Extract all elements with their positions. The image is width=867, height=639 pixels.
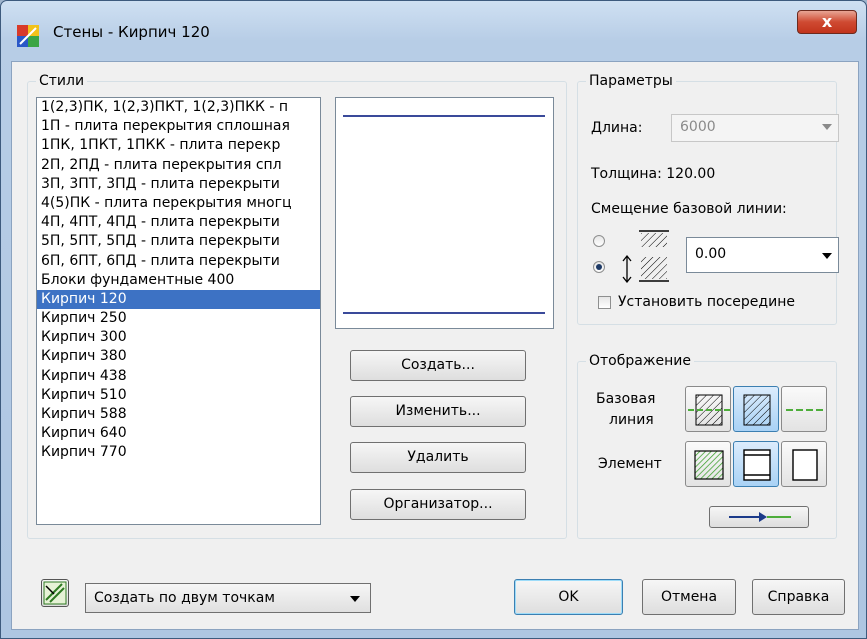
- hatched-wall-dash-icon: [688, 394, 730, 426]
- organizer-button[interactable]: Организатор...: [350, 489, 526, 520]
- style-list-item[interactable]: Кирпич 300: [37, 328, 320, 347]
- element-label: Элемент: [598, 456, 662, 472]
- style-list-item[interactable]: 1(2,3)ПК, 1(2,3)ПКТ, 1(2,3)ПКК - п: [37, 98, 320, 117]
- offset-radio-top[interactable]: [593, 235, 605, 247]
- help-button[interactable]: Справка: [752, 579, 845, 615]
- style-list-item[interactable]: Кирпич 380: [37, 347, 320, 366]
- chevron-down-icon: [822, 253, 832, 259]
- center-checkbox-label[interactable]: Установить посередине: [618, 294, 795, 310]
- style-list-item[interactable]: 5П, 5ПТ, 5ПД - плита перекрыти: [37, 232, 320, 251]
- ok-button[interactable]: OK: [514, 579, 623, 615]
- two-points-wall-icon: [43, 581, 67, 605]
- style-list-item[interactable]: Кирпич 640: [37, 424, 320, 443]
- dialog-window: Стены - Кирпич 120 x Стили 1(2,3)ПК, 1(2…: [0, 0, 867, 639]
- mode-icon-button[interactable]: [41, 579, 69, 607]
- close-button[interactable]: x: [797, 10, 857, 34]
- chevron-down-icon: [822, 124, 832, 130]
- style-list-item[interactable]: 4П, 4ПТ, 4ПД - плита перекрыти: [37, 213, 320, 232]
- display-group-label: Отображение: [586, 353, 694, 369]
- wall-outline-icon: [743, 449, 771, 481]
- creation-mode-combo[interactable]: Создать по двум точкам: [85, 583, 371, 613]
- style-list-item[interactable]: 2П, 2ПД - плита перекрытия спл: [37, 156, 320, 175]
- offset-radio-bottom[interactable]: [593, 261, 605, 273]
- green-hatch-box-icon: [694, 450, 724, 480]
- style-preview: [335, 97, 554, 329]
- length-combo[interactable]: 6000: [671, 114, 839, 142]
- styles-group-label: Стили: [36, 73, 88, 89]
- style-list-item[interactable]: Кирпич 250: [37, 309, 320, 328]
- style-list-item[interactable]: Кирпич 588: [37, 405, 320, 424]
- style-list-item[interactable]: 1П - плита перекрытия сплошная: [37, 117, 320, 136]
- offset-label: Смещение базовой линии:: [591, 201, 787, 217]
- thickness-label: Толщина: 120.00: [591, 166, 716, 182]
- edit-button[interactable]: Изменить...: [350, 396, 526, 427]
- baseline-offset-icon: [622, 230, 669, 283]
- chevron-down-icon: [350, 596, 360, 602]
- element-plain-button[interactable]: [781, 441, 827, 487]
- creation-mode-value: Создать по двум точкам: [94, 590, 275, 606]
- plain-box-icon: [792, 449, 818, 481]
- direction-button[interactable]: [709, 506, 809, 528]
- arrow-right-icon: [729, 512, 791, 522]
- style-list-item[interactable]: Кирпич 770: [37, 443, 320, 462]
- hatched-wall-icon: [743, 394, 771, 426]
- element-outline-button[interactable]: [733, 441, 779, 487]
- center-checkbox[interactable]: [598, 296, 611, 309]
- dash-line-icon: [786, 409, 824, 411]
- title-bar[interactable]: Стены - Кирпич 120 x: [1, 1, 866, 61]
- style-list-item[interactable]: 4(5)ПК - плита перекрытия многц: [37, 194, 320, 213]
- style-list-item[interactable]: 3П, 3ПТ, 3ПД - плита перекрыти: [37, 175, 320, 194]
- style-list-item[interactable]: 6П, 6ПТ, 6ПД - плита перекрыти: [37, 252, 320, 271]
- element-filled-button[interactable]: [685, 441, 731, 487]
- baseline-label-line2: линия: [609, 412, 654, 428]
- length-value: 6000: [680, 119, 716, 135]
- preview-top-line: [343, 115, 545, 117]
- preview-bottom-line: [343, 312, 545, 314]
- baseline-line-only-button[interactable]: [781, 386, 827, 432]
- delete-button[interactable]: Удалить: [350, 442, 526, 473]
- cancel-button[interactable]: Отмена: [642, 579, 736, 615]
- style-list-item[interactable]: 1ПК, 1ПКТ, 1ПКК - плита перекр: [37, 136, 320, 155]
- app-icon: [17, 25, 39, 47]
- offset-combo[interactable]: 0.00: [686, 237, 839, 273]
- style-list-item[interactable]: Кирпич 120: [37, 289, 320, 310]
- length-label: Длина:: [591, 120, 643, 136]
- styles-list[interactable]: 1(2,3)ПК, 1(2,3)ПКТ, 1(2,3)ПКК - п 1П - п…: [36, 97, 321, 525]
- baseline-dashed-hatch-button[interactable]: [685, 386, 731, 432]
- style-list-item[interactable]: Блоки фундаментные 400: [37, 271, 320, 290]
- style-list-item[interactable]: Кирпич 438: [37, 367, 320, 386]
- parameters-group-label: Параметры: [586, 73, 676, 89]
- style-list-item[interactable]: Кирпич 510: [37, 386, 320, 405]
- create-button[interactable]: Создать...: [350, 350, 526, 381]
- window-title: Стены - Кирпич 120: [53, 23, 210, 41]
- offset-value: 0.00: [695, 246, 727, 262]
- baseline-label-line1: Базовая: [596, 391, 656, 407]
- baseline-hatch-button[interactable]: [733, 386, 779, 432]
